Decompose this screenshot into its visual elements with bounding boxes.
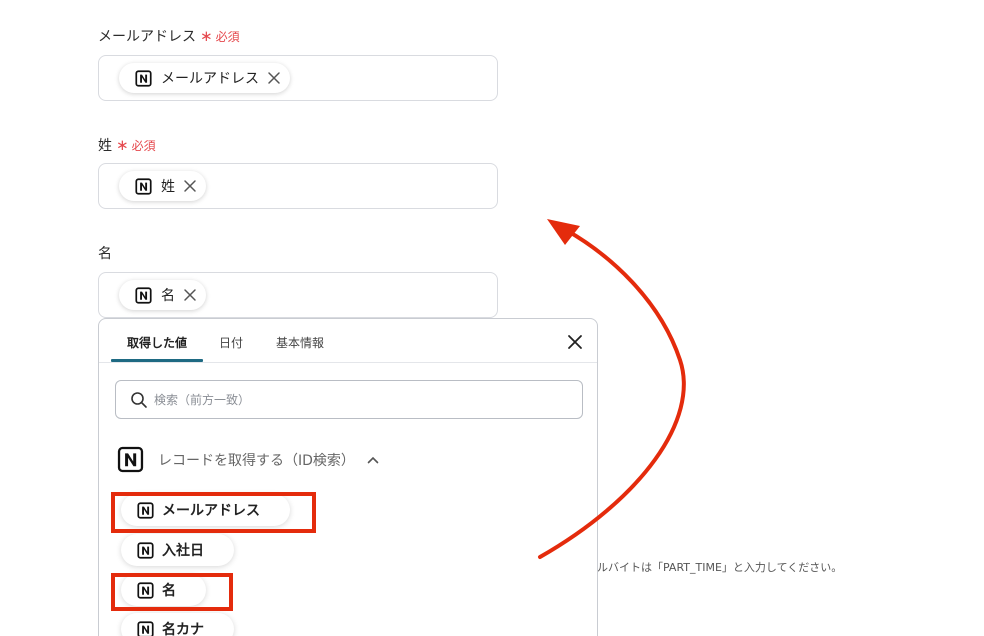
notion-icon [137, 541, 154, 559]
tab-basic-info[interactable]: 基本情報 [276, 334, 324, 351]
tab-acquired-values[interactable]: 取得した値 [127, 334, 187, 351]
field-label-first-name: 名 [98, 243, 112, 263]
field-label-text: メールアドレス [98, 29, 196, 45]
tab-date[interactable]: 日付 [219, 334, 243, 351]
field-label-text: 名 [98, 246, 112, 262]
close-icon[interactable] [267, 71, 281, 85]
search-icon [130, 391, 148, 409]
close-icon[interactable] [567, 334, 583, 350]
chip-label: 名 [161, 288, 175, 304]
list-item[interactable]: 名カナ [121, 613, 234, 636]
email-field[interactable]: メールアドレス [98, 55, 498, 101]
notion-icon [135, 286, 152, 304]
required-mark: ∗ [200, 27, 213, 45]
item-label: 入社日 [162, 543, 204, 559]
value-chip[interactable]: 名 [119, 280, 206, 310]
group-title: レコードを取得する（ID検索） [158, 452, 355, 469]
last-name-field[interactable]: 姓 [98, 163, 498, 209]
helper-text: ルバイトは「PART_TIME」と入力してください。 [597, 561, 843, 574]
highlight-box-first-name [111, 573, 233, 611]
value-chip[interactable]: 姓 [119, 171, 206, 201]
tab-bar: 取得した値 日付 基本情報 [99, 319, 597, 363]
value-chip[interactable]: メールアドレス [119, 63, 290, 93]
active-tab-indicator [111, 359, 203, 362]
notion-icon [135, 177, 152, 195]
required-text: 必須 [215, 29, 240, 44]
highlight-box-email [111, 492, 316, 533]
item-label: 名カナ [162, 622, 204, 636]
search-input[interactable] [154, 392, 554, 407]
close-icon[interactable] [183, 179, 197, 193]
first-name-field[interactable]: 名 [98, 272, 498, 318]
required-mark: ∗ [116, 136, 129, 154]
chip-label: 姓 [161, 179, 175, 195]
close-icon[interactable] [183, 288, 197, 302]
notion-icon [135, 69, 152, 87]
field-label-text: 姓 [98, 138, 112, 154]
required-text: 必須 [131, 138, 156, 153]
group-header[interactable]: レコードを取得する（ID検索） [117, 446, 379, 473]
notion-icon [137, 620, 154, 636]
field-label-last-name: 姓 ∗ 必須 [98, 135, 156, 155]
list-item[interactable]: 入社日 [121, 534, 234, 566]
search-box [115, 380, 583, 419]
field-label-email: メールアドレス ∗ 必須 [98, 26, 240, 46]
chip-label: メールアドレス [161, 71, 259, 87]
notion-icon [117, 446, 144, 473]
chevron-up-icon [367, 456, 379, 464]
